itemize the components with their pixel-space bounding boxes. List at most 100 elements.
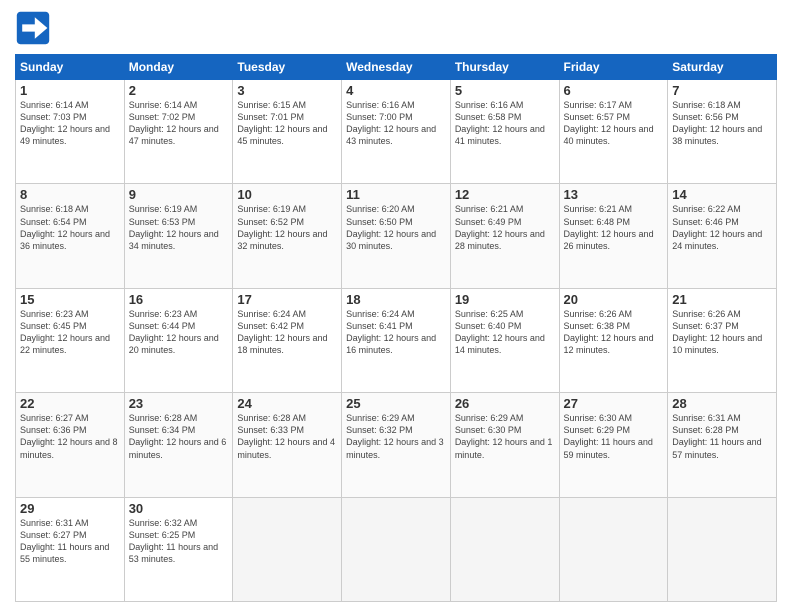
day-number: 1	[20, 83, 120, 98]
day-info: Sunrise: 6:19 AMSunset: 6:52 PMDaylight:…	[237, 203, 337, 252]
day-number: 17	[237, 292, 337, 307]
day-info: Sunrise: 6:31 AMSunset: 6:28 PMDaylight:…	[672, 412, 772, 461]
day-info: Sunrise: 6:14 AMSunset: 7:03 PMDaylight:…	[20, 99, 120, 148]
calendar-day-cell: 27 Sunrise: 6:30 AMSunset: 6:29 PMDaylig…	[559, 393, 668, 497]
day-info: Sunrise: 6:22 AMSunset: 6:46 PMDaylight:…	[672, 203, 772, 252]
day-number: 27	[564, 396, 664, 411]
calendar-day-cell: 26 Sunrise: 6:29 AMSunset: 6:30 PMDaylig…	[450, 393, 559, 497]
day-info: Sunrise: 6:18 AMSunset: 6:54 PMDaylight:…	[20, 203, 120, 252]
calendar-day-cell: 29 Sunrise: 6:31 AMSunset: 6:27 PMDaylig…	[16, 497, 125, 601]
calendar-day-cell: 16 Sunrise: 6:23 AMSunset: 6:44 PMDaylig…	[124, 288, 233, 392]
calendar-day-cell: 5 Sunrise: 6:16 AMSunset: 6:58 PMDayligh…	[450, 80, 559, 184]
day-number: 25	[346, 396, 446, 411]
day-info: Sunrise: 6:18 AMSunset: 6:56 PMDaylight:…	[672, 99, 772, 148]
day-info: Sunrise: 6:24 AMSunset: 6:41 PMDaylight:…	[346, 308, 446, 357]
day-number: 3	[237, 83, 337, 98]
calendar-day-cell	[450, 497, 559, 601]
calendar-week-row: 22 Sunrise: 6:27 AMSunset: 6:36 PMDaylig…	[16, 393, 777, 497]
day-number: 14	[672, 187, 772, 202]
calendar-day-cell: 19 Sunrise: 6:25 AMSunset: 6:40 PMDaylig…	[450, 288, 559, 392]
calendar-day-cell: 7 Sunrise: 6:18 AMSunset: 6:56 PMDayligh…	[668, 80, 777, 184]
day-number: 5	[455, 83, 555, 98]
day-number: 28	[672, 396, 772, 411]
day-info: Sunrise: 6:28 AMSunset: 6:33 PMDaylight:…	[237, 412, 337, 461]
calendar-day-cell: 17 Sunrise: 6:24 AMSunset: 6:42 PMDaylig…	[233, 288, 342, 392]
day-number: 2	[129, 83, 229, 98]
calendar-table: SundayMondayTuesdayWednesdayThursdayFrid…	[15, 54, 777, 602]
day-number: 24	[237, 396, 337, 411]
day-info: Sunrise: 6:16 AMSunset: 6:58 PMDaylight:…	[455, 99, 555, 148]
calendar-week-row: 8 Sunrise: 6:18 AMSunset: 6:54 PMDayligh…	[16, 184, 777, 288]
calendar-day-cell: 30 Sunrise: 6:32 AMSunset: 6:25 PMDaylig…	[124, 497, 233, 601]
day-info: Sunrise: 6:14 AMSunset: 7:02 PMDaylight:…	[129, 99, 229, 148]
weekday-header-row: SundayMondayTuesdayWednesdayThursdayFrid…	[16, 55, 777, 80]
calendar-week-row: 15 Sunrise: 6:23 AMSunset: 6:45 PMDaylig…	[16, 288, 777, 392]
calendar-day-cell: 12 Sunrise: 6:21 AMSunset: 6:49 PMDaylig…	[450, 184, 559, 288]
day-info: Sunrise: 6:30 AMSunset: 6:29 PMDaylight:…	[564, 412, 664, 461]
calendar-day-cell: 20 Sunrise: 6:26 AMSunset: 6:38 PMDaylig…	[559, 288, 668, 392]
day-number: 20	[564, 292, 664, 307]
day-info: Sunrise: 6:32 AMSunset: 6:25 PMDaylight:…	[129, 517, 229, 566]
day-info: Sunrise: 6:20 AMSunset: 6:50 PMDaylight:…	[346, 203, 446, 252]
day-number: 11	[346, 187, 446, 202]
calendar-day-cell: 24 Sunrise: 6:28 AMSunset: 6:33 PMDaylig…	[233, 393, 342, 497]
page: SundayMondayTuesdayWednesdayThursdayFrid…	[0, 0, 792, 612]
header	[15, 10, 777, 46]
weekday-header-cell: Tuesday	[233, 55, 342, 80]
calendar-day-cell: 14 Sunrise: 6:22 AMSunset: 6:46 PMDaylig…	[668, 184, 777, 288]
day-info: Sunrise: 6:23 AMSunset: 6:45 PMDaylight:…	[20, 308, 120, 357]
calendar-day-cell: 10 Sunrise: 6:19 AMSunset: 6:52 PMDaylig…	[233, 184, 342, 288]
calendar-day-cell: 21 Sunrise: 6:26 AMSunset: 6:37 PMDaylig…	[668, 288, 777, 392]
day-number: 23	[129, 396, 229, 411]
day-number: 26	[455, 396, 555, 411]
calendar-day-cell: 22 Sunrise: 6:27 AMSunset: 6:36 PMDaylig…	[16, 393, 125, 497]
day-info: Sunrise: 6:26 AMSunset: 6:38 PMDaylight:…	[564, 308, 664, 357]
calendar-day-cell: 13 Sunrise: 6:21 AMSunset: 6:48 PMDaylig…	[559, 184, 668, 288]
weekday-header-cell: Wednesday	[342, 55, 451, 80]
day-info: Sunrise: 6:24 AMSunset: 6:42 PMDaylight:…	[237, 308, 337, 357]
calendar-day-cell	[668, 497, 777, 601]
calendar-day-cell: 11 Sunrise: 6:20 AMSunset: 6:50 PMDaylig…	[342, 184, 451, 288]
day-number: 9	[129, 187, 229, 202]
day-info: Sunrise: 6:15 AMSunset: 7:01 PMDaylight:…	[237, 99, 337, 148]
day-number: 7	[672, 83, 772, 98]
day-number: 15	[20, 292, 120, 307]
day-number: 13	[564, 187, 664, 202]
day-info: Sunrise: 6:21 AMSunset: 6:48 PMDaylight:…	[564, 203, 664, 252]
calendar-week-row: 29 Sunrise: 6:31 AMSunset: 6:27 PMDaylig…	[16, 497, 777, 601]
logo	[15, 10, 57, 46]
day-info: Sunrise: 6:21 AMSunset: 6:49 PMDaylight:…	[455, 203, 555, 252]
weekday-header-cell: Saturday	[668, 55, 777, 80]
day-number: 22	[20, 396, 120, 411]
day-info: Sunrise: 6:26 AMSunset: 6:37 PMDaylight:…	[672, 308, 772, 357]
day-number: 16	[129, 292, 229, 307]
day-number: 21	[672, 292, 772, 307]
day-number: 6	[564, 83, 664, 98]
weekday-header-cell: Friday	[559, 55, 668, 80]
day-number: 10	[237, 187, 337, 202]
calendar-body: 1 Sunrise: 6:14 AMSunset: 7:03 PMDayligh…	[16, 80, 777, 602]
calendar-day-cell	[342, 497, 451, 601]
day-info: Sunrise: 6:29 AMSunset: 6:30 PMDaylight:…	[455, 412, 555, 461]
day-info: Sunrise: 6:23 AMSunset: 6:44 PMDaylight:…	[129, 308, 229, 357]
day-number: 12	[455, 187, 555, 202]
calendar-day-cell: 15 Sunrise: 6:23 AMSunset: 6:45 PMDaylig…	[16, 288, 125, 392]
day-info: Sunrise: 6:16 AMSunset: 7:00 PMDaylight:…	[346, 99, 446, 148]
logo-icon	[15, 10, 51, 46]
weekday-header-cell: Monday	[124, 55, 233, 80]
calendar-day-cell: 25 Sunrise: 6:29 AMSunset: 6:32 PMDaylig…	[342, 393, 451, 497]
calendar-day-cell: 28 Sunrise: 6:31 AMSunset: 6:28 PMDaylig…	[668, 393, 777, 497]
calendar-day-cell: 4 Sunrise: 6:16 AMSunset: 7:00 PMDayligh…	[342, 80, 451, 184]
day-info: Sunrise: 6:19 AMSunset: 6:53 PMDaylight:…	[129, 203, 229, 252]
day-info: Sunrise: 6:29 AMSunset: 6:32 PMDaylight:…	[346, 412, 446, 461]
calendar-day-cell: 9 Sunrise: 6:19 AMSunset: 6:53 PMDayligh…	[124, 184, 233, 288]
calendar-day-cell	[559, 497, 668, 601]
calendar-day-cell: 18 Sunrise: 6:24 AMSunset: 6:41 PMDaylig…	[342, 288, 451, 392]
day-number: 30	[129, 501, 229, 516]
day-number: 29	[20, 501, 120, 516]
day-info: Sunrise: 6:31 AMSunset: 6:27 PMDaylight:…	[20, 517, 120, 566]
calendar-day-cell: 3 Sunrise: 6:15 AMSunset: 7:01 PMDayligh…	[233, 80, 342, 184]
calendar-day-cell: 8 Sunrise: 6:18 AMSunset: 6:54 PMDayligh…	[16, 184, 125, 288]
day-number: 18	[346, 292, 446, 307]
calendar-day-cell: 2 Sunrise: 6:14 AMSunset: 7:02 PMDayligh…	[124, 80, 233, 184]
